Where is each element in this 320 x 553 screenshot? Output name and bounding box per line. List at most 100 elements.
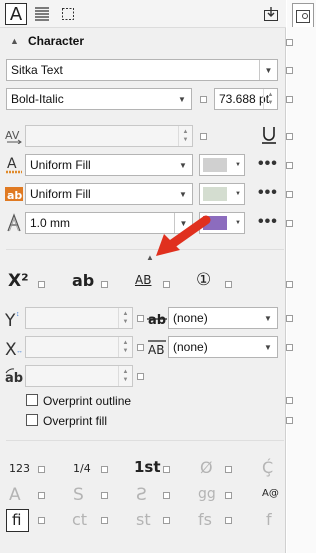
feature-ligatures-checkbox[interactable] [38,517,45,524]
underline-ab-checkbox[interactable] [101,281,108,288]
character-angle-input[interactable]: ▲ ▼ [25,365,133,387]
background-fill-more-button[interactable]: ••• [258,184,278,202]
feature-stylistic-set-checkbox[interactable] [101,492,108,499]
svg-text:↕: ↕ [16,311,20,318]
feature-fractions[interactable]: 1/4 [73,462,91,475]
feature-long-s[interactable]: f [266,510,272,529]
docker-properties-icon [296,9,310,23]
feature-discretionary-ct[interactable]: ct [72,510,87,529]
font-style-select[interactable]: Bold-Italic ▼ [6,88,192,110]
feature-historical[interactable]: fs [198,510,212,529]
overprint-fill-side-checkbox[interactable] [286,417,293,424]
numeral-style-checkbox[interactable] [225,281,232,288]
vertical-shift-spinner[interactable]: ▲ ▼ [118,308,132,328]
feature-swash[interactable]: A [9,485,21,505]
feature-fractions-checkbox[interactable] [101,466,108,473]
numeral-style-button[interactable]: ① [196,270,211,290]
feature-numerals[interactable]: 123 [9,462,30,475]
background-fill-checkbox[interactable] [286,191,293,198]
kerning-spinner[interactable]: ▲ ▼ [178,126,192,146]
horizontal-shift-spinner[interactable]: ▲ ▼ [118,337,132,357]
text-fill-color-picker[interactable]: ▼ [199,154,245,176]
feature-slashed-zero-checkbox[interactable] [225,466,232,473]
font-size-checkbox[interactable] [286,96,293,103]
vertical-shift-input[interactable]: ▲ ▼ [25,307,133,329]
all-caps-checkbox[interactable] [163,281,170,288]
font-size-input[interactable]: 73.688 pt ▲ ▼ [214,88,278,110]
underline-ab-button[interactable]: ab [72,271,94,290]
feature-swash-checkbox[interactable] [38,492,45,499]
character-tab[interactable]: A [5,3,27,25]
superscript-button[interactable]: X² [8,271,29,291]
font-style-value: Bold-Italic [11,92,64,106]
character-icon: A [9,3,23,25]
collapse-icon[interactable]: ▲ [10,36,19,46]
svg-text:Y: Y [5,311,16,329]
overline-select[interactable]: (none) ▼ [168,336,278,358]
feature-case-sensitive[interactable]: A@ [262,488,279,499]
overprint-outline-side-checkbox[interactable] [286,397,293,404]
docker-tab[interactable] [292,3,314,27]
underline-checkbox[interactable] [286,133,293,140]
feature-contextual-checkbox[interactable] [225,492,232,499]
outline-icon [4,212,24,234]
feature-titling[interactable]: Ƨ [136,485,147,505]
feature-discretionary-st-checkbox[interactable] [163,517,170,524]
overline-value: (none) [173,340,208,354]
feature-slashed-zero[interactable]: Ø [200,458,213,477]
superscript-checkbox[interactable] [38,281,45,288]
text-fill-checkbox[interactable] [286,162,293,169]
annotation-arrow-icon [156,215,211,256]
kerning-checkbox[interactable] [200,133,207,140]
feature-numerals-checkbox[interactable] [38,466,45,473]
feature-discretionary-st[interactable]: st [136,510,151,529]
feature-stylistic[interactable]: Ḉ [262,458,273,477]
overprint-fill-checkbox[interactable] [26,414,38,426]
kerning-input[interactable]: ▲ ▼ [25,125,193,147]
opentype-row-checkbox[interactable] [286,281,293,288]
strikethrough-select[interactable]: (none) ▼ [168,307,278,329]
size-spinner[interactable]: ▲ ▼ [263,89,277,109]
paragraph-tab[interactable] [31,3,53,25]
feature-contextual[interactable]: gg [198,486,216,502]
section-checkbox[interactable] [286,39,293,46]
feature-discretionary-ct-checkbox[interactable] [101,517,108,524]
svg-text:ab: ab [7,189,22,202]
svg-text:ab: ab [148,313,166,328]
feature-titling-checkbox[interactable] [163,492,170,499]
overline-icon: AB [146,337,168,359]
text-fill-more-button[interactable]: ••• [258,155,278,173]
background-fill-value: Uniform Fill [30,187,91,201]
text-fill-select[interactable]: Uniform Fill ▼ [25,154,193,176]
outline-more-button[interactable]: ••• [258,213,278,231]
overprint-outline-checkbox[interactable] [26,394,38,406]
all-caps-button[interactable]: AB [135,273,151,287]
feature-historical-checkbox[interactable] [225,517,232,524]
svg-text:AB: AB [148,343,164,357]
vertical-shift-checkbox[interactable] [137,315,144,322]
frame-icon [62,8,74,20]
overline-checkbox[interactable] [286,344,293,351]
font-family-select[interactable]: Sitka Text ▼ [6,59,278,81]
outline-checkbox[interactable] [286,220,293,227]
horizontal-shift-input[interactable]: ▲ ▼ [25,336,133,358]
background-fill-color-picker[interactable]: ▼ [199,183,245,205]
underline-icon [262,127,276,144]
underline-button[interactable] [258,124,280,146]
font-family-checkbox[interactable] [286,67,293,74]
kerning-icon: AV [4,126,24,146]
background-fill-select[interactable]: Uniform Fill ▼ [25,183,193,205]
character-angle-spinner[interactable]: ▲ ▼ [118,366,132,386]
feature-ordinals-checkbox[interactable] [163,466,170,473]
horizontal-shift-checkbox[interactable] [137,344,144,351]
strikethrough-checkbox[interactable] [286,315,293,322]
frame-tab[interactable] [57,3,79,25]
chevron-down-icon: ▼ [259,60,277,80]
feature-stylistic-set[interactable]: S [73,485,84,505]
font-style-checkbox[interactable] [200,96,207,103]
export-icon [264,7,278,21]
character-angle-checkbox[interactable] [137,373,144,380]
feature-ordinals[interactable]: 1st [134,458,161,476]
export-button[interactable] [260,3,282,25]
chevron-down-icon: ▼ [264,313,272,323]
